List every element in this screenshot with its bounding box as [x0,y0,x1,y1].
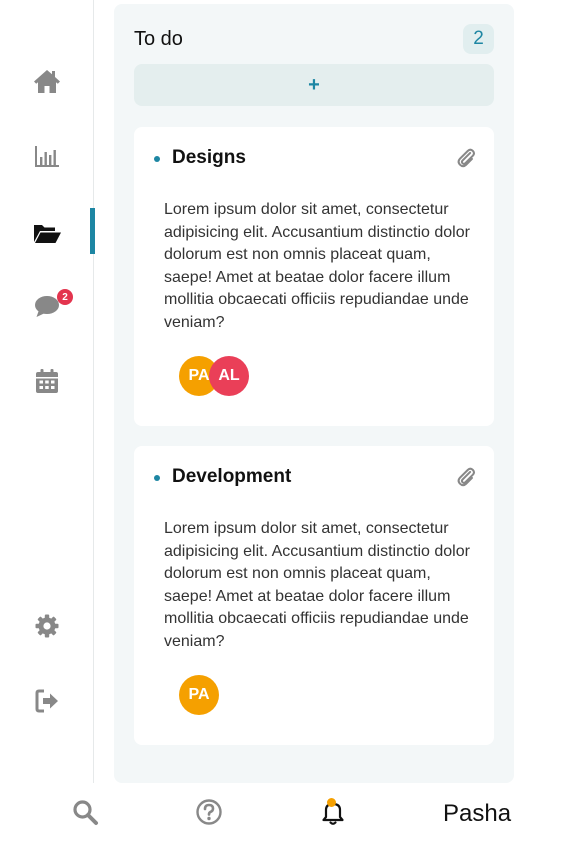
folder-open-icon [34,225,61,243]
card-description: Lorem ipsum dolor sit amet, consectetur … [164,520,470,650]
help-icon[interactable] [194,797,224,827]
sidebar: 2 [0,0,95,783]
todo-column: To do 2 + Designs Lorem ipsum dolor sit … [114,4,514,783]
search-icon[interactable] [70,797,100,827]
card-bullet [154,156,160,162]
sidebar-item-settings[interactable] [0,601,94,651]
sidebar-item-stats[interactable] [0,131,94,181]
avatar[interactable]: AL [209,356,249,396]
sign-out-icon [35,689,58,713]
sidebar-item-messages[interactable]: 2 [0,281,94,331]
message-count-badge: 2 [57,289,73,305]
sidebar-item-logout[interactable] [0,676,94,726]
task-card[interactable]: Designs Lorem ipsum dolor sit amet, cons… [134,127,494,426]
card-title: Development [172,466,292,487]
column-title: To do [134,28,183,50]
bar-chart-icon [35,146,59,167]
task-card[interactable]: Development Lorem ipsum dolor sit amet, … [134,446,494,745]
user-name[interactable]: Pasha [443,800,511,828]
calendar-icon [36,369,58,393]
sidebar-item-home[interactable] [0,56,94,106]
card-description: Lorem ipsum dolor sit amet, consectetur … [164,201,470,331]
paperclip-icon[interactable] [455,147,477,169]
paperclip-icon[interactable] [455,466,477,488]
sidebar-item-projects[interactable] [0,208,95,258]
sidebar-item-calendar[interactable] [0,356,94,406]
card-bullet [154,475,160,481]
add-card-button[interactable]: + [134,64,494,106]
gear-icon [35,614,59,638]
notification-dot [327,798,336,807]
home-icon [34,70,60,93]
column-count-badge: 2 [463,24,494,54]
card-title: Designs [172,147,246,168]
avatar[interactable]: PA [179,675,219,715]
